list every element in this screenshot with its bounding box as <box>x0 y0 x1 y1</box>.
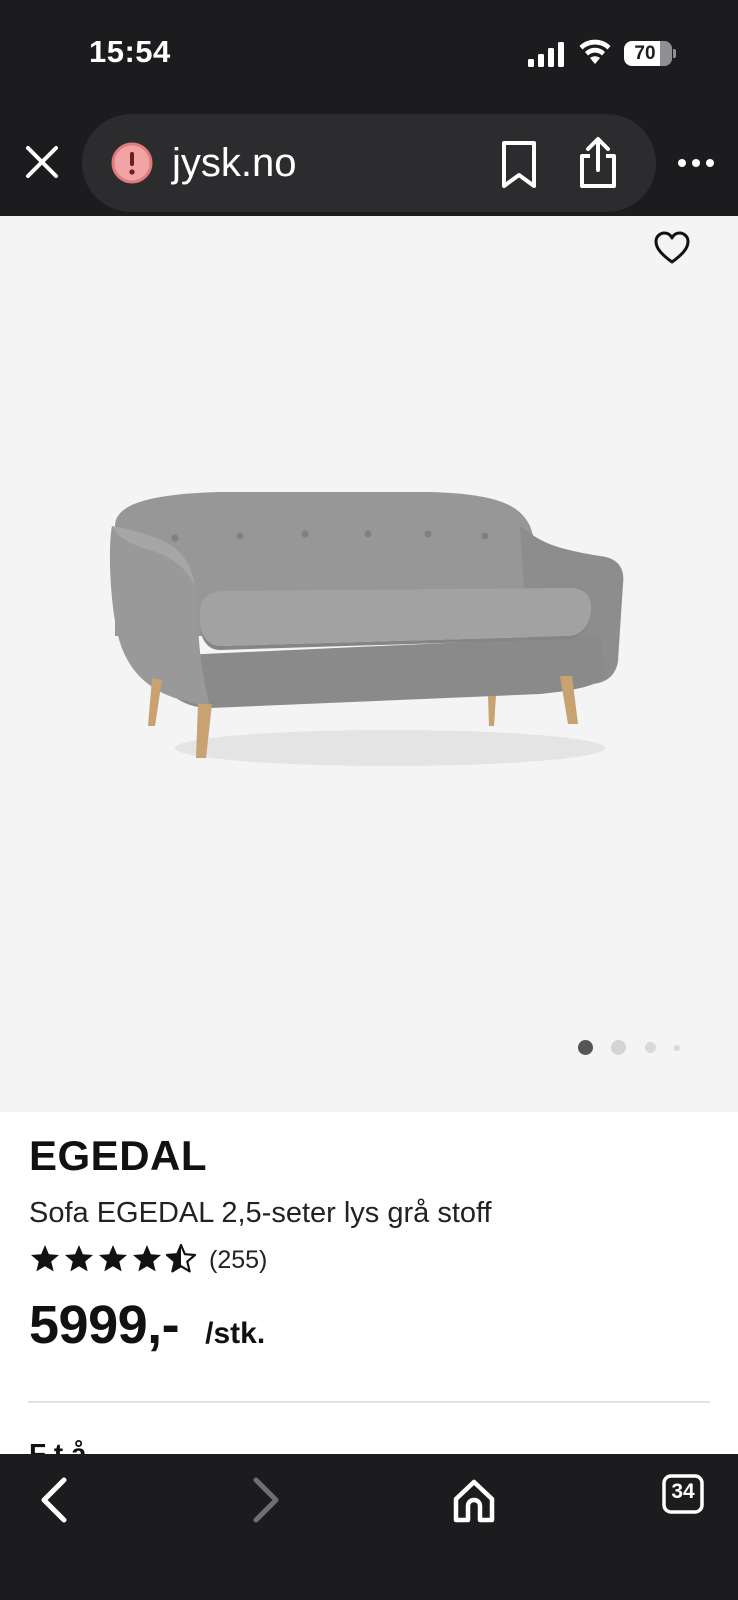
star-full-icon <box>133 1245 161 1272</box>
battery-level: 70 <box>634 43 656 64</box>
product-info: EGEDAL Sofa EGEDAL 2,5-seter lys grå sto… <box>0 1112 738 1454</box>
forward-arrow-icon[interactable] <box>236 1472 292 1528</box>
product-rating[interactable]: (255) <box>29 1242 267 1278</box>
price-row: 5999,- /stk. <box>29 1294 265 1356</box>
page-content: EGEDAL Sofa EGEDAL 2,5-seter lys grå sto… <box>0 216 738 1454</box>
star-full-icon <box>65 1245 93 1272</box>
star-half-icon <box>165 1243 197 1273</box>
star-full-icon <box>31 1245 59 1272</box>
pagination-dot[interactable] <box>674 1045 680 1051</box>
pagination-dot[interactable] <box>611 1040 626 1055</box>
star-full-icon <box>99 1245 127 1272</box>
rating-stars <box>29 1243 197 1277</box>
close-icon[interactable] <box>22 142 62 182</box>
battery-icon: 70 <box>624 39 676 67</box>
home-icon[interactable] <box>446 1472 502 1528</box>
tabs-icon[interactable]: 34 <box>656 1472 712 1528</box>
cellular-signal-icon <box>528 42 564 67</box>
divider <box>28 1401 710 1403</box>
back-arrow-icon[interactable] <box>28 1472 84 1528</box>
product-price: 5999,- <box>29 1295 180 1355</box>
pagination-dot[interactable] <box>645 1042 656 1053</box>
url-text: jysk.no <box>172 141 297 185</box>
next-section-heading: F t å <box>29 1438 87 1454</box>
warning-icon[interactable] <box>110 141 154 185</box>
tabs-count: 34 <box>671 1480 695 1503</box>
status-bar: 15:54 70 <box>0 0 738 112</box>
product-brand: EGEDAL <box>29 1132 208 1179</box>
product-gallery[interactable] <box>0 216 738 1112</box>
status-time: 15:54 <box>89 34 171 69</box>
heart-icon[interactable] <box>653 230 691 266</box>
browser-toolbar: 34 <box>0 1454 738 1600</box>
share-icon[interactable] <box>576 136 620 190</box>
browser-address-bar: jysk.no <box>0 112 738 216</box>
pagination-dot-active[interactable] <box>578 1040 593 1055</box>
review-count[interactable]: (255) <box>209 1246 267 1275</box>
sofa-image <box>109 492 624 766</box>
product-name: Sofa EGEDAL 2,5-seter lys grå stoff <box>29 1197 492 1229</box>
url-field[interactable]: jysk.no <box>82 114 656 212</box>
wifi-icon <box>579 39 611 64</box>
more-icon[interactable] <box>676 148 716 178</box>
price-unit: /stk. <box>205 1317 266 1350</box>
bookmark-icon[interactable] <box>496 140 542 190</box>
gallery-pagination[interactable] <box>576 1038 686 1058</box>
